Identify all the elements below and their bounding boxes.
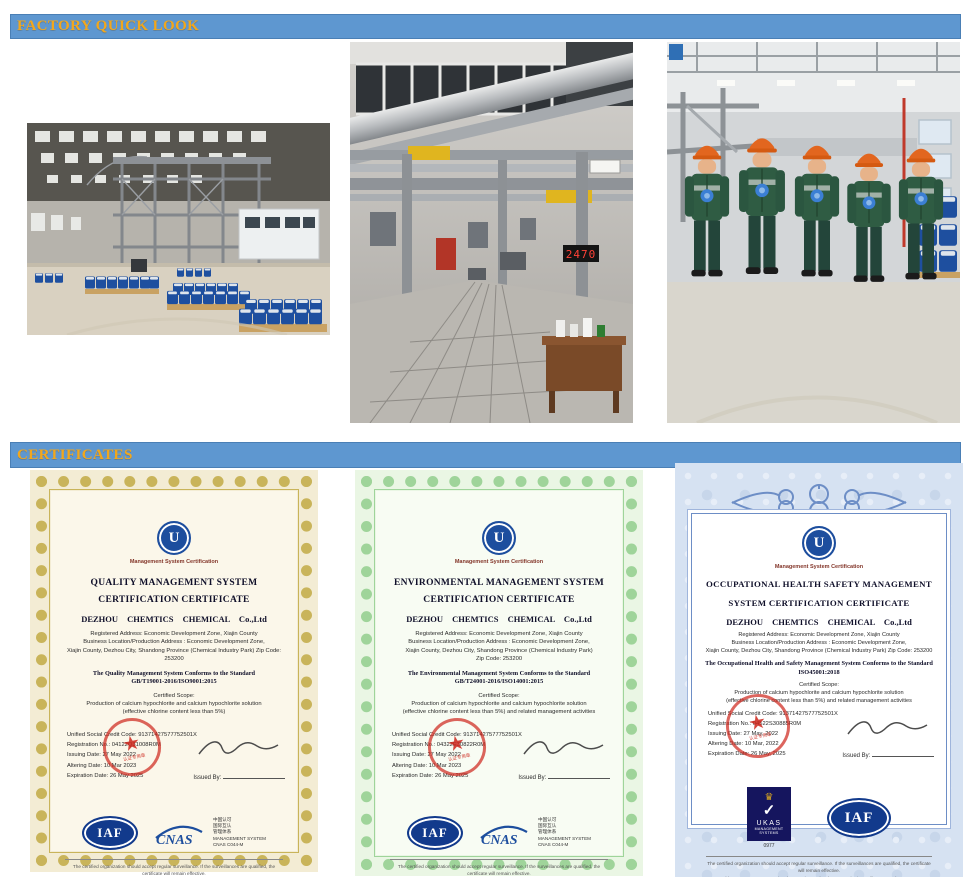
accreditation-badges: ♛ ✓ UKAS MANAGEMENT SYSTEMS 0977 IAF <box>692 782 946 854</box>
company-name: DEZHOU CHEMTICS CHEMICAL Co.,Ltd <box>406 614 592 624</box>
ukas-number: 0977 <box>763 843 775 850</box>
certified-scope: Certified Scope: Production of calcium h… <box>726 681 912 704</box>
svg-text:CNAS: CNAS <box>156 833 193 847</box>
logo-caption: Management System Certification <box>774 564 864 570</box>
logo-letter: U <box>813 534 825 551</box>
signature-scribble <box>198 740 279 754</box>
factory-workers-illustration <box>667 42 960 423</box>
factory-hall-illustration <box>27 123 330 335</box>
certificate-body: U Management System Certification OCCUPA… <box>691 513 947 877</box>
issued-by: Issued By: <box>518 772 610 781</box>
certificate-environmental-iso14001[interactable]: U Management System Certification ENVIRO… <box>355 470 643 876</box>
company-name: DEZHOU CHEMTICS CHEMICAL Co.,Ltd <box>81 614 267 624</box>
cnas-swoosh-icon: CNAS <box>480 825 528 847</box>
certificate-subtitle: CERTIFICATION CERTIFICATE <box>98 595 250 605</box>
signature-scribble <box>847 721 928 735</box>
iaf-badge-icon: IAF <box>406 815 463 850</box>
factory-hall-photo[interactable] <box>27 123 330 335</box>
certificate-details: Unified Social Credit Code: 913714275777… <box>376 712 622 812</box>
certified-scope: Certified Scope: Production of calcium h… <box>402 693 596 716</box>
certificate-title: QUALITY MANAGEMENT SYSTEM <box>90 578 258 588</box>
ukas-badge-icon: ♛ ✓ UKAS MANAGEMENT SYSTEMS 0977 <box>747 787 791 849</box>
standard-statement: The Occupational Health and Safety Manag… <box>705 660 933 677</box>
factory-workers-photo[interactable] <box>667 42 960 423</box>
company-name: DEZHOU CHEMTICS CHEMICAL Co.,Ltd <box>726 617 912 627</box>
logo-letter: U <box>493 529 505 546</box>
factory-pipes-photo[interactable]: 2470 <box>350 42 633 423</box>
page: FACTORY QUICK LOOK 2470 CERTIFICATES U M… <box>0 0 968 877</box>
svg-text:CNAS: CNAS <box>481 833 518 847</box>
certificate-title: OCCUPATIONAL HEALTH SAFETY MANAGEMENT <box>706 579 932 589</box>
certification-body-logo: U <box>482 521 516 555</box>
iaf-badge-icon: IAF <box>827 798 891 839</box>
certificate-title: ENVIRONMENTAL MANAGEMENT SYSTEM <box>393 578 605 588</box>
issued-by: Issued By: <box>193 772 285 781</box>
company-address: Registered Address: Economic Development… <box>405 631 593 663</box>
certificate-body: U Management System Certification ENVIRO… <box>376 491 622 876</box>
cnas-badge-icon: CNAS 中国认可 国际互认 管理体系 MANAGEMENT SYSTEM CN… <box>150 817 266 848</box>
certificate-footnote: The certified organization should accept… <box>390 858 608 877</box>
ornament-flourish <box>675 448 963 522</box>
section-title-factory: FACTORY QUICK LOOK <box>17 18 200 34</box>
cnas-badge-icon: CNAS 中国认可 国际互认 管理体系 MANAGEMENT SYSTEM CN… <box>475 817 591 848</box>
iaf-badge-icon: IAF <box>81 815 138 850</box>
instrument-display-value: 2470 <box>566 248 597 261</box>
accreditation-badges: IAF CNAS 中国认可 国际互认 管理体系 MANAGEMENT SYSTE… <box>51 812 297 854</box>
logo-caption: Management System Certification <box>454 559 544 565</box>
certificate-ohs-iso45001[interactable]: U Management System Certification OCCUPA… <box>675 463 963 877</box>
cnas-swoosh-icon: CNAS <box>155 825 203 847</box>
certificate-footnote: The certified organization should accept… <box>65 858 283 877</box>
check-icon: ✓ <box>762 802 776 820</box>
certificate-subtitle: CERTIFICATION CERTIFICATE <box>423 595 575 605</box>
factory-pipes-illustration: 2470 <box>350 42 633 423</box>
certificate-details: Unified Social Credit Code: 913714275777… <box>51 712 297 812</box>
section-title-certificates: CERTIFICATES <box>17 446 133 463</box>
standard-statement: The Environmental Management System Conf… <box>407 669 591 686</box>
section-header-factory: FACTORY QUICK LOOK <box>10 14 961 39</box>
signature-scribble <box>523 740 604 754</box>
company-address: Registered Address: Economic Development… <box>705 632 933 655</box>
certificate-quality-iso9001[interactable]: U Management System Certification QUALIT… <box>30 470 318 876</box>
accreditation-badges: IAF CNAS 中国认可 国际互认 管理体系 MANAGEMENT SYSTE… <box>376 812 622 854</box>
certificate-body: U Management System Certification QUALIT… <box>51 491 297 876</box>
certificate-details: Unified Social Credit Code: 913714275777… <box>692 688 946 782</box>
cnas-caption: 中国认可 国际互认 管理体系 MANAGEMENT SYSTEM CNAS C0… <box>212 817 266 847</box>
issued-by: Issued By: <box>842 750 934 759</box>
cnas-caption: 中国认可 国际互认 管理体系 MANAGEMENT SYSTEM CNAS C0… <box>537 817 591 847</box>
certified-scope: Certified Scope: Production of calcium h… <box>86 693 262 716</box>
standard-statement: The Quality Management System Conforms t… <box>92 669 256 686</box>
certification-body-logo: U <box>802 526 836 560</box>
company-address: Registered Address: Economic Development… <box>66 631 282 663</box>
certificate-footnote: The certified organization should accept… <box>706 856 932 877</box>
certificate-subtitle: SYSTEM CERTIFICATION CERTIFICATE <box>728 598 910 608</box>
logo-letter: U <box>168 529 180 546</box>
certification-body-logo: U <box>157 521 191 555</box>
logo-caption: Management System Certification <box>129 559 219 565</box>
